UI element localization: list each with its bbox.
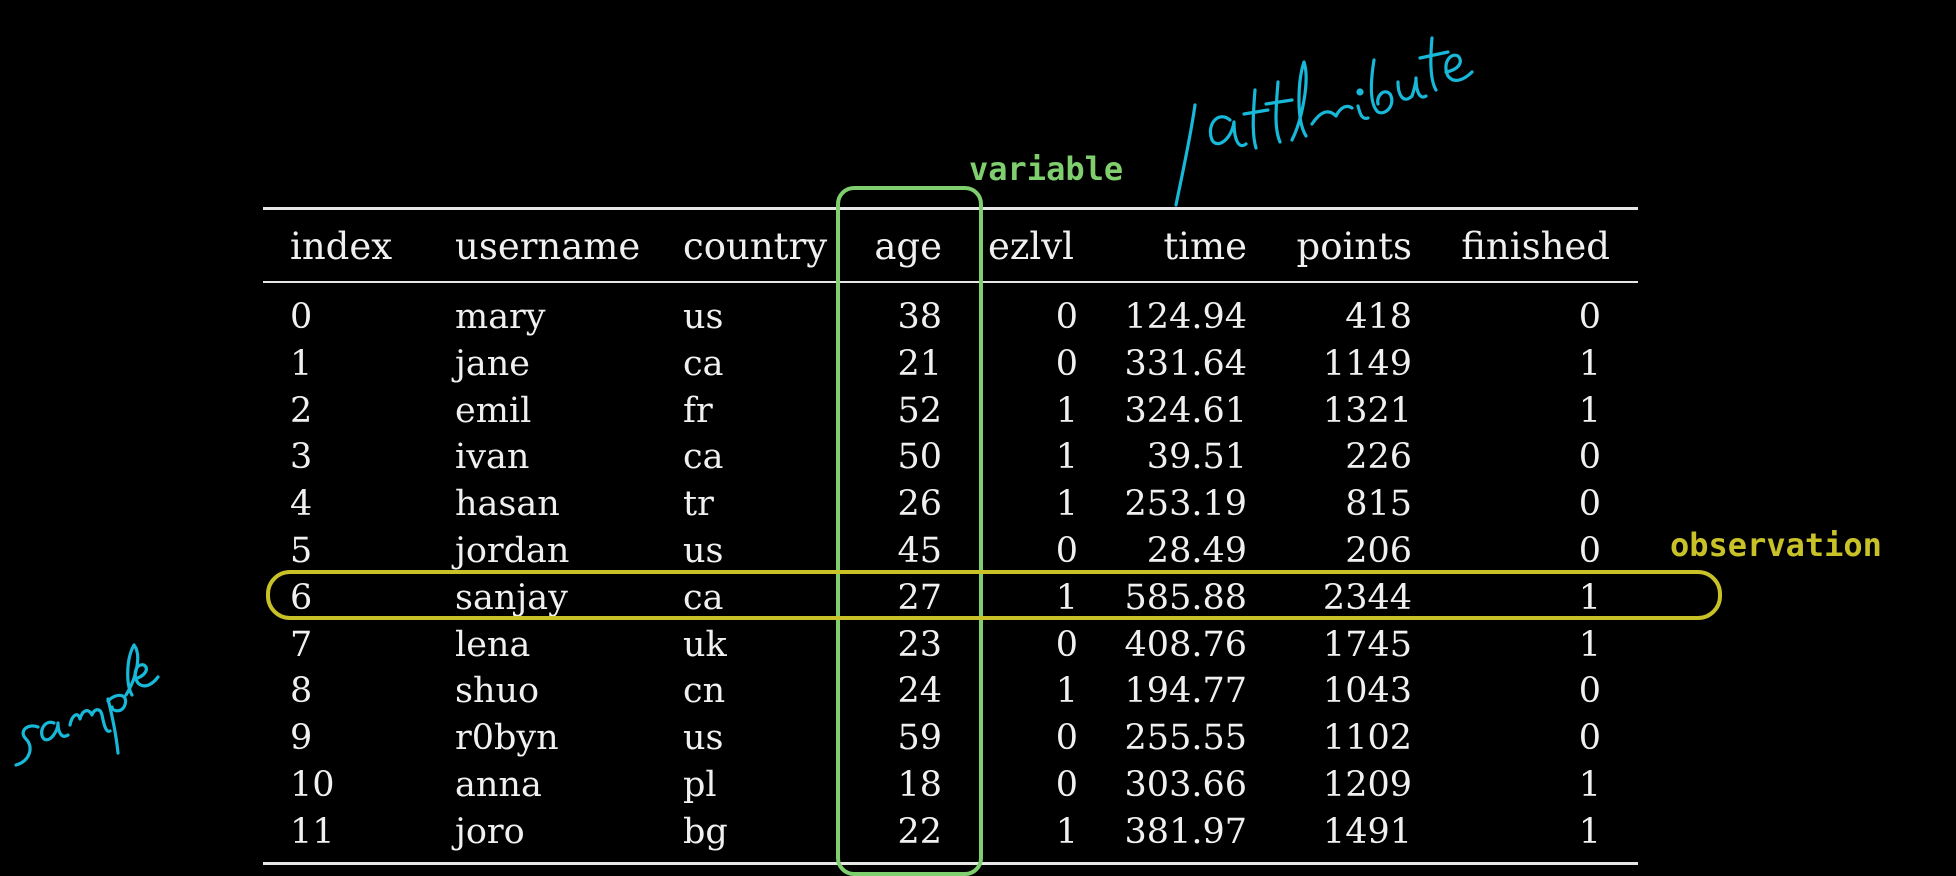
table-cell-country: ca [683,344,724,384]
table-cell-username: jane [455,344,530,384]
table-cell-points: 1209 [1322,765,1412,805]
table-cell-points: 1745 [1322,625,1412,665]
table-cell-country: us [683,718,724,758]
table-cell-ezlvl: 1 [1055,391,1078,431]
table-cell-username: anna [455,765,542,805]
column-header-finished: finished [1461,225,1610,268]
column-header-ezlvl: ezlvl [988,225,1074,268]
table-cell-username: jordan [455,531,570,571]
table-cell-index: 0 [290,297,313,337]
column-header-time: time [1163,225,1247,268]
table-cell-index: 2 [290,391,313,431]
table-cell-finished: 0 [1578,484,1601,524]
table-cell-finished: 0 [1578,718,1601,758]
table-cell-index: 8 [290,671,313,711]
table-cell-username: r0byn [455,718,559,758]
table-cell-username: ivan [455,437,530,477]
table-cell-username: shuo [455,671,540,711]
table-cell-username: hasan [455,484,560,524]
table-cell-index: 9 [290,718,313,758]
table-cell-time: 381.97 [1124,812,1247,852]
table-cell-time: 194.77 [1124,671,1247,711]
table-cell-country: pl [683,765,717,805]
table-cell-points: 1149 [1322,344,1412,384]
table-cell-index: 4 [290,484,313,524]
table-cell-index: 10 [290,765,335,805]
table-cell-country: ca [683,437,724,477]
table-cell-username: joro [455,812,525,852]
table-cell-index: 11 [290,812,335,852]
table-cell-time: 303.66 [1124,765,1247,805]
table-cell-ezlvl: 0 [1055,765,1078,805]
table-cell-time: 331.64 [1124,344,1247,384]
table-cell-country: bg [683,812,728,852]
table-cell-finished: 1 [1578,625,1601,665]
table-cell-finished: 1 [1578,765,1601,805]
table-cell-ezlvl: 1 [1055,812,1078,852]
table-cell-points: 815 [1345,484,1412,524]
table-cell-points: 226 [1345,437,1412,477]
table-cell-ezlvl: 0 [1055,344,1078,384]
table-cell-points: 1102 [1322,718,1412,758]
table-cell-country: uk [683,625,727,665]
observation-row-highlight [266,570,1722,620]
table-cell-username: mary [455,297,546,337]
table-cell-time: 28.49 [1146,531,1247,571]
table-cell-ezlvl: 0 [1055,718,1078,758]
variable-column-highlight [836,186,983,876]
variable-label: variable [969,150,1124,188]
column-header-username: username [455,225,641,268]
table-cell-points: 1043 [1322,671,1412,711]
table-cell-points: 418 [1345,297,1412,337]
observation-label: observation [1670,526,1882,564]
table-cell-time: 253.19 [1124,484,1247,524]
table-cell-ezlvl: 1 [1055,484,1078,524]
table-cell-index: 7 [290,625,313,665]
table-cell-points: 1321 [1322,391,1412,431]
table-cell-index: 1 [290,344,313,384]
table-cell-country: tr [683,484,714,524]
table-cell-index: 5 [290,531,313,571]
table-cell-country: us [683,297,724,337]
table-cell-finished: 1 [1578,391,1601,431]
table-cell-username: emil [455,391,532,431]
column-header-index: index [290,225,393,268]
table-cell-points: 206 [1345,531,1412,571]
table-cell-finished: 0 [1578,531,1601,571]
table-cell-finished: 0 [1578,671,1601,711]
table-cell-ezlvl: 1 [1055,671,1078,711]
table-cell-country: fr [683,391,713,431]
table-cell-finished: 1 [1578,812,1601,852]
column-header-country: country [683,225,828,268]
table-cell-ezlvl: 0 [1055,531,1078,571]
table-cell-index: 3 [290,437,313,477]
table-cell-finished: 0 [1578,437,1601,477]
table-cell-time: 324.61 [1124,391,1247,431]
table-cell-time: 255.55 [1124,718,1247,758]
table-cell-ezlvl: 0 [1055,297,1078,337]
table-cell-time: 39.51 [1146,437,1247,477]
handwritten-attribute-annotation [1174,36,1474,207]
table-cell-finished: 1 [1578,344,1601,384]
table-cell-username: lena [455,625,531,665]
table-cell-country: cn [683,671,726,711]
table-cell-ezlvl: 0 [1055,625,1078,665]
table-cell-time: 408.76 [1124,625,1247,665]
table-cell-finished: 0 [1578,297,1601,337]
column-header-points: points [1296,225,1412,268]
handwritten-sample-annotation [14,643,160,767]
table-cell-points: 1491 [1322,812,1412,852]
table-cell-ezlvl: 1 [1055,437,1078,477]
table-cell-time: 124.94 [1124,297,1247,337]
table-cell-country: us [683,531,724,571]
